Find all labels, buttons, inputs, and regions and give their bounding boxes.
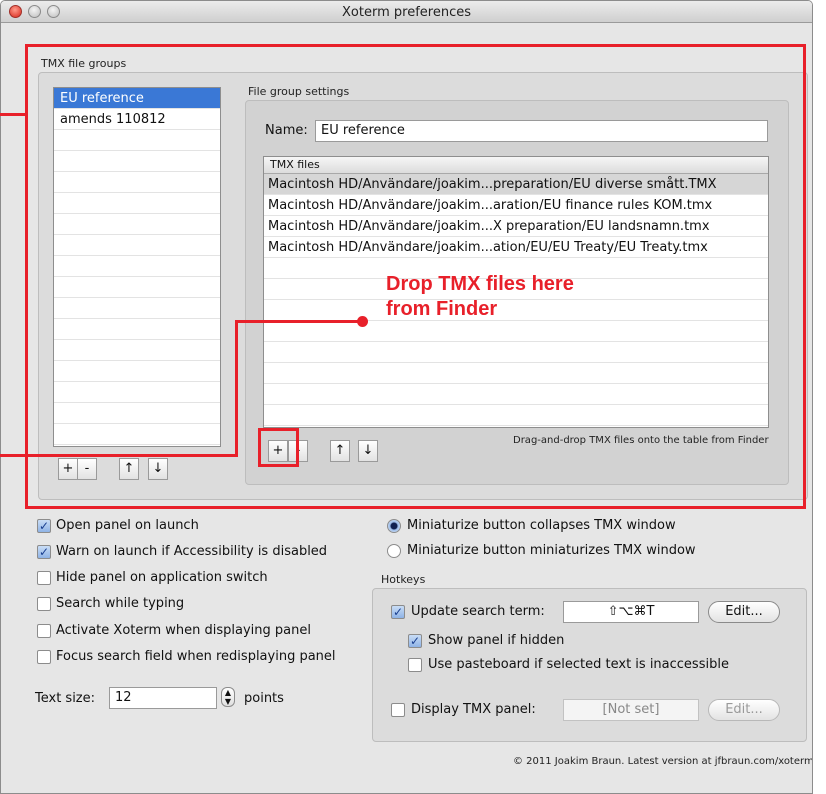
activate-xoterm-checkbox[interactable] (37, 624, 51, 638)
show-panel-label: Show panel if hidden (428, 633, 565, 648)
miniaturize-radio-label: Miniaturize button miniaturizes TMX wind… (407, 543, 696, 558)
open-panel-label: Open panel on launch (56, 518, 199, 533)
collapse-radio[interactable] (387, 519, 401, 533)
update-search-label: Update search term: (411, 604, 545, 619)
callout-text-line1: Drop TMX files here (386, 273, 574, 295)
callout-text-line2: from Finder (386, 298, 498, 320)
callout-dot (357, 316, 368, 327)
update-search-checkbox[interactable]: ✓ (391, 605, 405, 619)
hotkeys-label: Hotkeys (381, 573, 426, 586)
edit-update-search-button[interactable]: Edit... (708, 601, 780, 623)
titlebar: Xoterm preferences (1, 1, 812, 23)
search-typing-checkbox[interactable] (37, 597, 51, 611)
callout-line-vertical (235, 320, 238, 457)
warn-accessibility-label: Warn on launch if Accessibility is disab… (56, 544, 328, 559)
display-panel-label: Display TMX panel: (411, 702, 536, 717)
hide-panel-label: Hide panel on application switch (56, 570, 268, 585)
callout-line-horizontal (235, 320, 363, 323)
text-size-label: Text size: (35, 691, 96, 706)
callout-line-top (0, 113, 27, 116)
open-panel-checkbox[interactable]: ✓ (37, 519, 51, 533)
display-panel-shortcut-field[interactable]: [Not set] (563, 699, 699, 721)
use-pasteboard-checkbox[interactable] (408, 658, 422, 672)
warn-accessibility-checkbox[interactable]: ✓ (37, 545, 51, 559)
update-search-shortcut-field[interactable]: ⇧⌥⌘T (563, 601, 699, 623)
use-pasteboard-label: Use pasteboard if selected text is inacc… (428, 657, 729, 672)
show-panel-checkbox[interactable]: ✓ (408, 634, 422, 648)
window-title: Xoterm preferences (342, 5, 471, 20)
focus-search-checkbox[interactable] (37, 650, 51, 664)
activate-xoterm-label: Activate Xoterm when displaying panel (56, 623, 311, 638)
add-file-highlight (258, 428, 299, 467)
footer-copyright: © 2011 Joakim Braun. Latest version at j… (513, 756, 813, 767)
callout-line-bottom (0, 454, 237, 457)
text-size-unit: points (244, 691, 284, 706)
text-size-stepper[interactable]: ▲ ▼ (221, 687, 235, 707)
focus-search-label: Focus search field when redisplaying pan… (56, 649, 336, 664)
display-panel-checkbox[interactable] (391, 703, 405, 717)
hide-panel-checkbox[interactable] (37, 571, 51, 585)
search-typing-label: Search while typing (56, 596, 185, 611)
collapse-radio-label: Miniaturize button collapses TMX window (407, 518, 676, 533)
miniaturize-radio[interactable] (387, 544, 401, 558)
text-size-field[interactable]: 12 (109, 687, 217, 709)
edit-display-panel-button[interactable]: Edit... (708, 699, 780, 721)
